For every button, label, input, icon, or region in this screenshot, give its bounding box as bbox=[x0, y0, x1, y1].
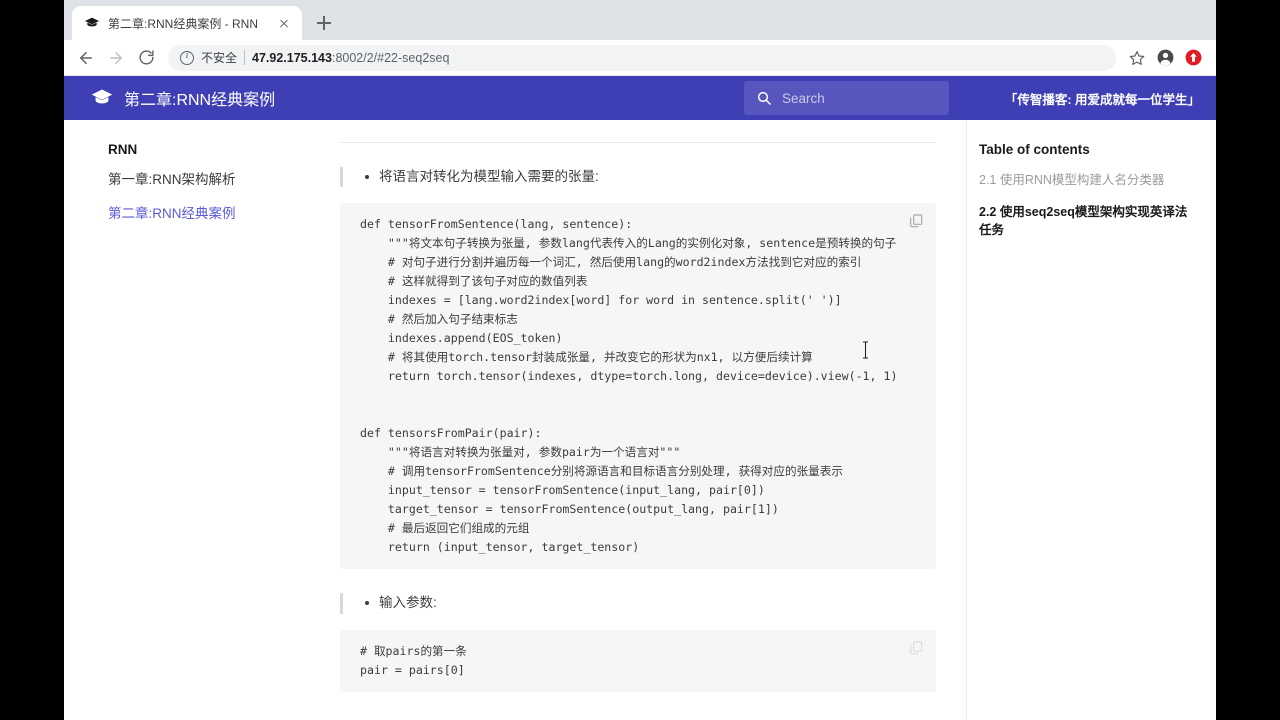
security-label: 不安全 bbox=[201, 51, 238, 65]
site-header: 第二章:RNN经典案例 Search 「传智播客: 用爱成就每一位学生」 bbox=[64, 76, 1216, 120]
search-input[interactable]: Search bbox=[744, 81, 949, 115]
tab-title: 第二章:RNN经典案例 - RNN bbox=[108, 16, 258, 31]
table-of-contents: Table of contents 2.1 使用RNN模型构建人名分类器 2.2… bbox=[966, 120, 1216, 720]
url-host: 47.92.175.143 bbox=[252, 50, 332, 65]
code-block-pair-sample[interactable]: # 取pairs的第一条 pair = pairs[0] bbox=[340, 629, 936, 692]
bullet-dot-icon bbox=[365, 601, 369, 606]
divider bbox=[244, 50, 246, 65]
content-divider bbox=[340, 142, 936, 143]
plus-icon[interactable] bbox=[310, 9, 338, 37]
url-text: 47.92.175.143:8002/2/#22-seq2seq bbox=[252, 51, 449, 65]
address-bar[interactable]: 不安全 47.92.175.143:8002/2/#22-seq2seq bbox=[168, 44, 1116, 71]
brand-slogan: 「传智播客: 用爱成就每一位学生」 bbox=[1004, 92, 1200, 107]
toc-item-2-2[interactable]: 2.2 使用seq2seq模型架构实现英译法任务 bbox=[979, 203, 1196, 239]
search-icon bbox=[757, 91, 771, 105]
account-avatar-icon[interactable] bbox=[1152, 45, 1178, 71]
sidebar-title: RNN bbox=[108, 142, 138, 157]
main-content: 将语言对转化为模型输入需要的张量: def tensorFromSentence… bbox=[328, 120, 966, 720]
bullet-item: 将语言对转化为模型输入需要的张量: bbox=[343, 167, 599, 187]
browser-tab[interactable]: 第二章:RNN经典案例 - RNN bbox=[72, 6, 302, 40]
note-block-params: 输入参数: bbox=[340, 593, 936, 614]
site-logo[interactable] bbox=[80, 86, 124, 110]
sidebar-nav: RNN 第一章:RNN架构解析 第二章:RNN经典案例 bbox=[64, 120, 328, 720]
toc-item-2-1[interactable]: 2.1 使用RNN模型构建人名分类器 bbox=[979, 171, 1196, 189]
extension-red-icon[interactable] bbox=[1180, 45, 1206, 71]
close-icon[interactable] bbox=[276, 15, 292, 31]
sidebar-item-chapter2[interactable]: 第二章:RNN经典案例 bbox=[108, 205, 312, 223]
code-content: def tensorFromSentence(lang, sentence): … bbox=[360, 217, 896, 555]
page-body: RNN 第一章:RNN架构解析 第二章:RNN经典案例 将语言对转化为模型输入需… bbox=[64, 120, 1216, 720]
graduation-cap-icon bbox=[85, 17, 99, 27]
copy-icon[interactable] bbox=[908, 213, 924, 229]
note-block-tensor: 将语言对转化为模型输入需要的张量: bbox=[340, 167, 936, 188]
search-placeholder: Search bbox=[782, 90, 825, 106]
page-title: 第二章:RNN经典案例 bbox=[124, 92, 276, 109]
graduation-cap-logo-icon bbox=[91, 89, 113, 104]
star-icon[interactable] bbox=[1124, 45, 1150, 71]
bullet-label: 输入参数: bbox=[379, 595, 437, 611]
bullet-dot-icon bbox=[365, 175, 369, 179]
code-content: # 取pairs的第一条 pair = pairs[0] bbox=[360, 643, 467, 677]
info-circle-icon[interactable] bbox=[180, 50, 194, 65]
bullet-label: 将语言对转化为模型输入需要的张量: bbox=[379, 169, 599, 184]
arrow-right-icon[interactable] bbox=[102, 44, 130, 72]
code-block-tensor-functions[interactable]: def tensorFromSentence(lang, sentence): … bbox=[340, 203, 936, 570]
arrow-left-icon[interactable] bbox=[72, 44, 100, 72]
browser-window: 第二章:RNN经典案例 - RNN i 不安全 47.92.175.143:80… bbox=[64, 0, 1216, 720]
copy-icon[interactable] bbox=[908, 640, 924, 656]
tab-strip: 第二章:RNN经典案例 - RNN bbox=[64, 0, 1216, 40]
screen: 第二章:RNN经典案例 - RNN i 不安全 47.92.175.143:80… bbox=[0, 0, 1280, 720]
browser-toolbar: 不安全 47.92.175.143:8002/2/#22-seq2seq bbox=[64, 40, 1216, 76]
sidebar-item-chapter1[interactable]: 第一章:RNN架构解析 bbox=[108, 171, 312, 189]
bullet-item: 输入参数: bbox=[343, 593, 437, 613]
url-path: :8002/2/#22-seq2seq bbox=[331, 50, 450, 65]
reload-icon[interactable] bbox=[132, 44, 160, 72]
toc-title: Table of contents bbox=[979, 142, 1090, 157]
